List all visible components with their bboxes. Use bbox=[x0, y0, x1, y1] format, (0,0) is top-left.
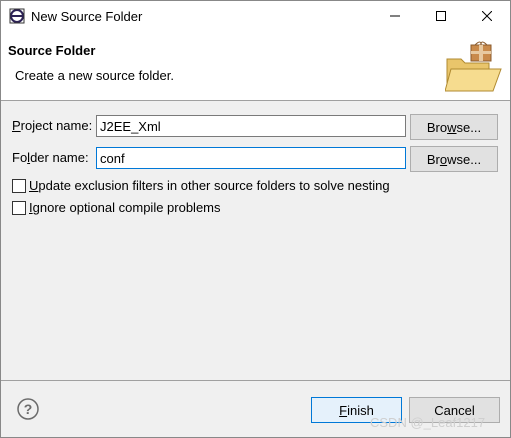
project-name-label: Project name: bbox=[12, 118, 93, 133]
package-folder-icon bbox=[444, 39, 503, 93]
footer-separator bbox=[1, 380, 510, 381]
maximize-button[interactable] bbox=[418, 1, 464, 32]
eclipse-app-icon bbox=[9, 8, 25, 24]
dialog-window: New Source Folder Source Folder Create a… bbox=[0, 0, 511, 438]
browse-folder-button[interactable]: Br o wse... bbox=[410, 146, 498, 172]
window-title: New Source Folder bbox=[31, 9, 143, 24]
minimize-icon bbox=[390, 9, 400, 24]
close-button[interactable] bbox=[464, 1, 510, 32]
update-exclusion-filters-option[interactable]: Update exclusion filters in other source… bbox=[12, 178, 390, 193]
wizard-banner: Source Folder Create a new source folder… bbox=[1, 32, 510, 101]
maximize-icon bbox=[436, 9, 446, 24]
minimize-button[interactable] bbox=[372, 1, 418, 32]
browse-project-button[interactable]: Bro w se... bbox=[410, 114, 498, 140]
folder-name-label: Folder name: bbox=[12, 150, 89, 165]
banner-title: Source Folder bbox=[8, 43, 96, 58]
update-exclusion-filters-checkbox[interactable] bbox=[12, 178, 26, 193]
banner-description: Create a new source folder. bbox=[15, 68, 174, 83]
svg-text:?: ? bbox=[24, 401, 33, 417]
update-exclusion-filters-label: Update exclusion filters in other source… bbox=[29, 178, 390, 193]
ignore-compile-problems-option[interactable]: Ignore optional compile problems bbox=[12, 200, 221, 215]
project-name-input[interactable] bbox=[96, 115, 406, 137]
title-bar[interactable]: New Source Folder bbox=[1, 1, 510, 32]
ignore-compile-problems-label: Ignore optional compile problems bbox=[29, 200, 221, 215]
watermark: CSDN @_Leaf1217 bbox=[370, 415, 486, 430]
close-icon bbox=[481, 9, 493, 24]
folder-name-input[interactable] bbox=[96, 147, 406, 169]
ignore-compile-problems-checkbox[interactable] bbox=[12, 200, 26, 215]
help-icon[interactable]: ? bbox=[17, 398, 39, 420]
